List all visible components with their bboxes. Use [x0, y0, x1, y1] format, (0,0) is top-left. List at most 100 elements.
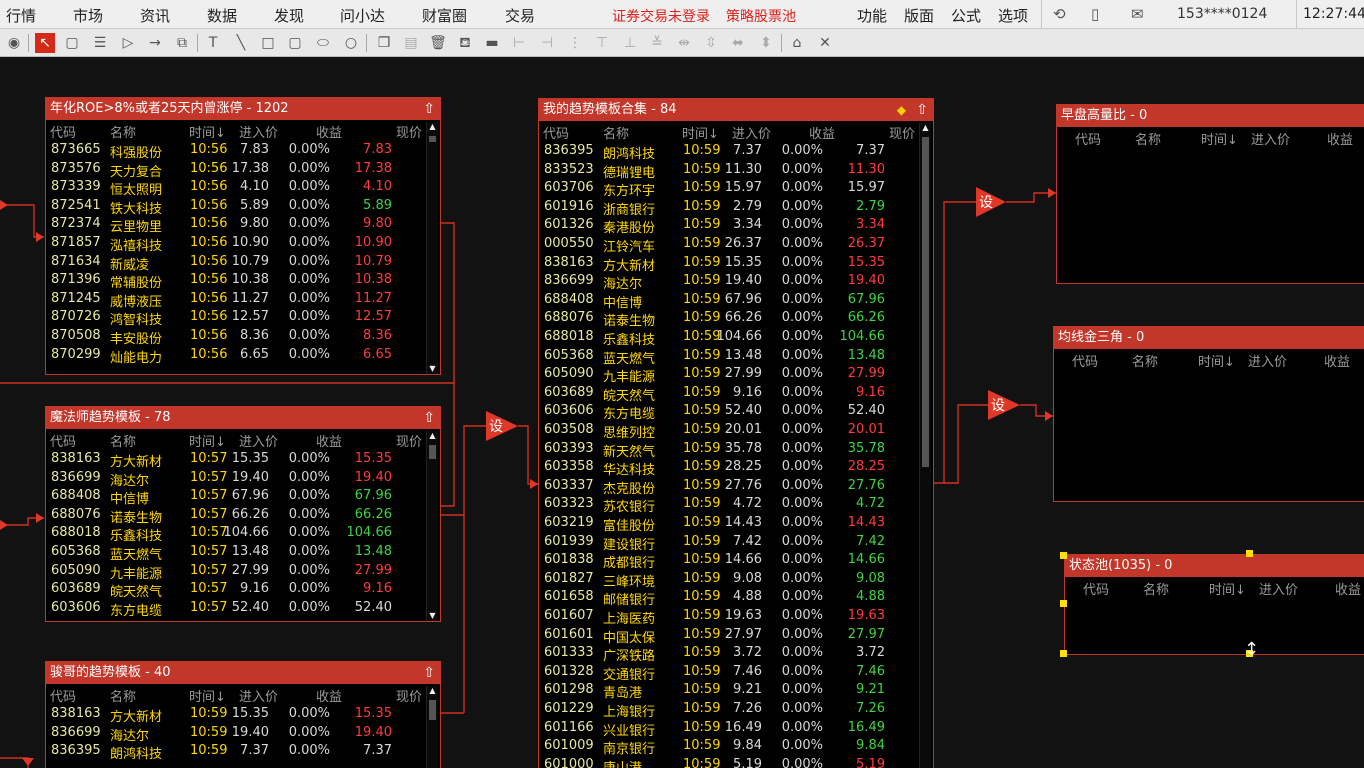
- column-header[interactable]: 代码: [543, 123, 569, 142]
- stock-row[interactable]: 870299 灿能电力 10:56 6.65 0.00% 6.65: [46, 347, 426, 366]
- panel-scrollbar[interactable]: ▲▼: [426, 686, 438, 768]
- align-left-icon[interactable]: ⊢: [509, 33, 529, 53]
- scroll-thumb[interactable]: [429, 136, 436, 142]
- column-header[interactable]: 代码: [1072, 351, 1098, 370]
- panel-title-bar[interactable]: 魔法师趋势模板 - 78 ⇧: [46, 407, 440, 429]
- menu-market[interactable]: 市场: [73, 5, 103, 26]
- stock-row[interactable]: 601326 秦港股份 10:59 3.34 0.00% 3.34: [539, 217, 919, 236]
- column-header[interactable]: 代码: [1083, 579, 1109, 598]
- scroll-thumb[interactable]: [429, 445, 436, 459]
- stock-row[interactable]: 603219 富佳股份 10:59 14.43 0.00% 14.43: [539, 515, 919, 534]
- text-tool-icon[interactable]: T: [203, 33, 223, 53]
- stock-row[interactable]: 603393 新天然气 10:59 35.78 0.00% 35.78: [539, 441, 919, 460]
- column-header[interactable]: 收益: [809, 123, 835, 142]
- delete-icon[interactable]: 🗑: [428, 33, 448, 53]
- strategy-panel[interactable]: 早盘高量比 - 0 代码 名称 时间↓ 进入价 收益: [1056, 104, 1364, 284]
- strategy-canvas[interactable]: 设 设 设 年化ROE>8%或者25天内曾涨停 - 1202 ⇧ 代码 名称 时间↓ 进入…: [0, 57, 1364, 768]
- distribute-h-icon[interactable]: ⇹: [674, 33, 694, 53]
- stock-row[interactable]: 605090 九丰能源 10:59 27.99 0.00% 27.99: [539, 366, 919, 385]
- stock-row[interactable]: 603606 东方电缆 10:59 52.40 0.00% 52.40: [539, 403, 919, 422]
- scroll-up-icon[interactable]: ▲: [427, 686, 438, 696]
- column-header[interactable]: 时间↓: [1209, 579, 1246, 598]
- stock-row[interactable]: 688408 中信博 10:59 67.96 0.00% 67.96: [539, 292, 919, 311]
- column-header[interactable]: 进入价: [1251, 129, 1290, 148]
- strategy-panel[interactable]: 魔法师趋势模板 - 78 ⇧ 代码 名称 时间↓ 进入价 收益 现价 838163 方大新材 10:…: [45, 406, 441, 622]
- stock-row[interactable]: 601298 青岛港 10:59 9.21 0.00% 9.21: [539, 682, 919, 701]
- node-set-label[interactable]: 设: [979, 195, 993, 211]
- pointer-tool-icon[interactable]: ↖: [35, 33, 55, 53]
- window-tool-icon[interactable]: ⧉: [172, 33, 192, 53]
- scroll-thumb[interactable]: [922, 137, 929, 467]
- favorite-diamond-icon[interactable]: ◆: [897, 99, 906, 121]
- stock-row[interactable]: 603689 皖天然气 10:59 9.16 0.00% 9.16: [539, 385, 919, 404]
- column-header[interactable]: 名称: [1132, 351, 1158, 370]
- toolbar-menu-icon[interactable]: ◉: [4, 33, 24, 53]
- stock-row[interactable]: 872541 铁大科技 10:56 5.89 0.00% 5.89: [46, 198, 426, 217]
- menu-news[interactable]: 资讯: [140, 5, 170, 26]
- panel-scrollbar[interactable]: ▲▼: [426, 122, 438, 374]
- rectangle-tool-icon[interactable]: □: [258, 33, 278, 53]
- stock-row[interactable]: 605368 蓝天燃气 10:59 13.48 0.00% 13.48: [539, 348, 919, 367]
- node-set-label[interactable]: 设: [991, 398, 1005, 414]
- same-height-icon[interactable]: ⬍: [756, 33, 776, 53]
- stock-row[interactable]: 688408 中信博 10:57 67.96 0.00% 67.96: [46, 488, 426, 507]
- column-header[interactable]: 收益: [316, 122, 342, 141]
- stock-row[interactable]: 601328 交通银行 10:59 7.46 0.00% 7.46: [539, 664, 919, 683]
- strategy-panel[interactable]: 年化ROE>8%或者25天内曾涨停 - 1202 ⇧ 代码 名称 时间↓ 进入价 收益 现价 8…: [45, 97, 441, 375]
- circle-tool-icon[interactable]: ○: [341, 33, 361, 53]
- stock-row[interactable]: 601229 上海银行 10:59 7.26 0.00% 7.26: [539, 701, 919, 720]
- pin-icon[interactable]: ⇧: [423, 662, 435, 684]
- stock-row[interactable]: 838163 方大新材 10:59 15.35 0.00% 15.35: [46, 706, 426, 725]
- list-tool-icon[interactable]: ☰: [90, 33, 110, 53]
- panel-title-bar[interactable]: 状态池(1035) - 0: [1065, 555, 1364, 577]
- column-header[interactable]: 现价: [396, 122, 422, 141]
- panel-scrollbar[interactable]: ▲▼: [919, 123, 931, 768]
- strategy-pool-link[interactable]: 策略股票池: [726, 6, 796, 26]
- stock-row[interactable]: 836395 朗鸿科技 10:59 7.37 0.00% 7.37: [46, 743, 426, 762]
- column-header[interactable]: 名称: [110, 686, 136, 705]
- stock-row[interactable]: 838163 方大新材 10:59 15.35 0.00% 15.35: [539, 255, 919, 274]
- stock-row[interactable]: 603323 苏农银行 10:59 4.72 0.00% 4.72: [539, 496, 919, 515]
- column-header[interactable]: 进入价: [1259, 579, 1298, 598]
- stock-row[interactable]: 601827 三峰环境 10:59 9.08 0.00% 9.08: [539, 571, 919, 590]
- scroll-down-icon[interactable]: ▼: [427, 611, 438, 621]
- panel-title-bar[interactable]: 骏哥的趋势模板 - 40 ⇧: [46, 662, 440, 684]
- column-header[interactable]: 代码: [50, 431, 76, 450]
- column-header[interactable]: 时间↓: [189, 122, 226, 141]
- stock-row[interactable]: 601939 建设银行 10:59 7.42 0.00% 7.42: [539, 534, 919, 553]
- mail-icon[interactable]: ✉: [1131, 5, 1144, 23]
- stock-row[interactable]: 870508 丰安股份 10:56 8.36 0.00% 8.36: [46, 328, 426, 347]
- stock-row[interactable]: 000550 江铃汽车 10:59 26.37 0.00% 26.37: [539, 236, 919, 255]
- pin-icon[interactable]: ⇧: [423, 98, 435, 120]
- column-header[interactable]: 现价: [396, 686, 422, 705]
- mobile-icon[interactable]: ▯: [1091, 5, 1099, 23]
- stock-row[interactable]: 603689 皖天然气 10:57 9.16 0.00% 9.16: [46, 581, 426, 600]
- align-bottom-icon[interactable]: ≚: [647, 33, 667, 53]
- stock-row[interactable]: 871245 威博液压 10:56 11.27 0.00% 11.27: [46, 291, 426, 310]
- panel-scrollbar[interactable]: ▲▼: [426, 431, 438, 621]
- stock-row[interactable]: 688018 乐鑫科技 10:57 104.66 0.00% 104.66: [46, 525, 426, 544]
- trade-login-status[interactable]: 证券交易未登录: [612, 6, 710, 26]
- stock-row[interactable]: 873665 科强股份 10:56 7.83 0.00% 7.83: [46, 142, 426, 161]
- stock-row[interactable]: 603358 华达科技 10:59 28.25 0.00% 28.25: [539, 459, 919, 478]
- column-header[interactable]: 代码: [50, 122, 76, 141]
- play-tool-icon[interactable]: ▷: [118, 33, 138, 53]
- menu-trade[interactable]: 交易: [505, 5, 535, 26]
- column-header[interactable]: 收益: [1335, 579, 1361, 598]
- stock-row[interactable]: 601009 南京银行 10:59 9.84 0.00% 9.84: [539, 738, 919, 757]
- column-header[interactable]: 收益: [1327, 129, 1353, 148]
- stock-row[interactable]: 601000 唐山港 10:59 5.19 0.00% 5.19: [539, 757, 919, 768]
- scroll-up-icon[interactable]: ▲: [427, 122, 438, 132]
- scroll-down-icon[interactable]: ▼: [427, 364, 438, 374]
- stock-row[interactable]: 871857 泓禧科技 10:56 10.90 0.00% 10.90: [46, 235, 426, 254]
- stock-row[interactable]: 603706 东方环宇 10:59 15.97 0.00% 15.97: [539, 180, 919, 199]
- column-header[interactable]: 名称: [110, 122, 136, 141]
- align-center-icon[interactable]: ⊣: [537, 33, 557, 53]
- menu-layout[interactable]: 版面: [904, 5, 934, 26]
- strategy-panel[interactable]: 我的趋势模板合集 - 84 ⇧ ◆ 代码 名称 时间↓ 进入价 收益 现价 836395 朗鸿科技 1…: [538, 98, 934, 768]
- stock-row[interactable]: 603606 东方电缆 10:57 52.40 0.00% 52.40: [46, 600, 426, 619]
- scroll-up-icon[interactable]: ▲: [427, 431, 438, 441]
- scroll-up-icon[interactable]: ▲: [920, 123, 931, 133]
- menu-options[interactable]: 选项: [998, 5, 1028, 26]
- same-width-icon[interactable]: ⬌: [728, 33, 748, 53]
